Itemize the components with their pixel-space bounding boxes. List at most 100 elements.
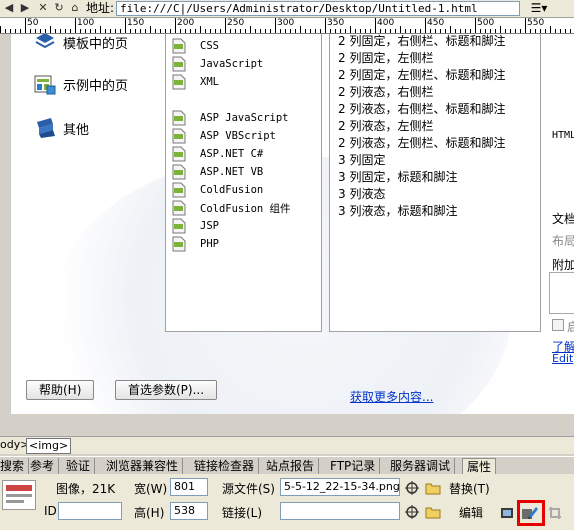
address-label: 地址: xyxy=(86,1,115,15)
image-size-label: 图像，21K xyxy=(56,482,116,496)
file-type-item[interactable]: XML xyxy=(172,74,219,90)
layout-item[interactable]: 2 列固定，左侧栏、标题和脚注 xyxy=(338,67,505,83)
layout-item[interactable]: 2 列液态，左侧栏、标题和脚注 xyxy=(338,135,505,151)
ruler-tick xyxy=(70,29,71,33)
ruler-tick xyxy=(10,29,11,33)
doc-type-text: HTML xyxy=(552,130,574,141)
ruler-tick xyxy=(105,29,106,33)
tab-item[interactable]: 链接检查器 xyxy=(190,458,260,475)
file-type-item[interactable]: ASP.NET VB xyxy=(172,164,263,180)
forward-icon[interactable]: ▶ xyxy=(18,1,32,15)
layout-item[interactable]: 2 列固定，左侧栏 xyxy=(338,50,433,66)
tab-item[interactable]: 搜索 xyxy=(0,458,30,475)
file-type-item[interactable]: ASP VBScript xyxy=(172,128,276,144)
ruler-tick xyxy=(530,29,531,33)
ruler-label: 350 xyxy=(327,18,345,28)
horizontal-ruler: 50 100 150 200 250 300 350 400 450 500 550 xyxy=(0,18,574,34)
link-label: 示例中的页 xyxy=(63,78,129,94)
edit-link[interactable]: Edit xyxy=(552,352,573,365)
tab-item[interactable]: 服务器调试 xyxy=(386,458,456,475)
browse-folder-icon[interactable] xyxy=(425,481,441,495)
refresh-icon[interactable]: ↻ xyxy=(52,1,66,15)
file-type-item[interactable]: PHP xyxy=(172,236,219,252)
browse-link-folder-icon[interactable] xyxy=(425,505,441,519)
file-type-item[interactable]: ASP JavaScript xyxy=(172,110,289,126)
document-icon xyxy=(172,74,186,90)
src-label: 源文件(S) xyxy=(222,482,275,496)
tab-item[interactable]: FTP记录 xyxy=(326,458,381,475)
point-to-link-icon[interactable] xyxy=(405,505,419,519)
file-type-item[interactable]: JSP xyxy=(172,218,219,234)
tab-item[interactable]: 参考 xyxy=(26,458,60,475)
tab-item[interactable]: 验证 xyxy=(62,458,96,475)
stop-icon[interactable]: ✕ xyxy=(36,1,50,15)
ruler-tick xyxy=(120,29,121,33)
address-input[interactable]: file:///C|/Users/Administrator/Desktop/U… xyxy=(116,1,520,16)
file-type-item[interactable]: ASP.NET C# xyxy=(172,146,263,162)
link-other[interactable]: 其他 xyxy=(33,116,89,140)
layout-item[interactable]: 2 列固定，右侧栏、标题和脚注 xyxy=(338,33,505,49)
height-input[interactable]: 538 xyxy=(170,502,208,520)
ruler-tick xyxy=(285,29,286,33)
document-icon xyxy=(172,182,186,198)
tab-item[interactable]: 站点报告 xyxy=(262,458,320,475)
layout-item[interactable]: 3 列液态 xyxy=(338,186,385,202)
help-button[interactable]: 帮助(H) xyxy=(26,380,95,400)
link-template-pages[interactable]: 模板中的页 xyxy=(33,34,128,54)
ruler-tick xyxy=(235,29,236,33)
file-type-item[interactable]: ColdFusion xyxy=(172,182,263,198)
file-type-item[interactable]: JavaScript xyxy=(172,56,263,72)
ruler-tick xyxy=(275,18,276,33)
sample-page-icon xyxy=(34,75,56,95)
ruler-tick xyxy=(85,29,86,33)
file-type-item[interactable]: ColdFusion 组件 xyxy=(172,200,291,216)
ruler-tick xyxy=(180,29,181,33)
ruler-tick xyxy=(215,29,216,33)
width-input[interactable]: 801 xyxy=(170,478,208,496)
layout-item[interactable]: 3 列固定 xyxy=(338,152,385,168)
tab-item[interactable]: 浏览器兼容性 xyxy=(102,458,184,475)
ruler-tick xyxy=(265,29,266,33)
layout-item[interactable]: 2 列液态，左侧栏 xyxy=(338,118,433,134)
ruler-tick xyxy=(100,26,101,33)
attach-css-box[interactable] xyxy=(549,272,574,314)
get-more-content-link[interactable]: 获取更多内容... xyxy=(350,388,433,405)
preferences-button[interactable]: 首选参数(P)... xyxy=(115,380,218,400)
ruler-label: 50 xyxy=(27,18,39,28)
link-sample-pages[interactable]: 示例中的页 xyxy=(33,72,128,96)
width-label: 宽(W) xyxy=(134,482,168,496)
ruler-tick xyxy=(310,29,311,33)
ruler-label: 550 xyxy=(527,18,545,28)
file-type-label: JSP xyxy=(200,220,219,232)
crop-icon[interactable] xyxy=(548,506,562,520)
ruler-tick xyxy=(155,29,156,33)
point-to-file-icon[interactable] xyxy=(405,481,419,495)
link-input[interactable] xyxy=(280,502,400,520)
ruler-tick xyxy=(560,29,561,33)
address-menu-button[interactable]: ☰▾ xyxy=(526,1,552,16)
tab-item[interactable]: 属性 xyxy=(462,458,497,475)
ruler-tick xyxy=(450,26,451,33)
id-input[interactable] xyxy=(58,502,122,520)
ruler-tick xyxy=(80,29,81,33)
edit-image-icon[interactable] xyxy=(500,506,514,520)
layout-item[interactable]: 2 列液态，右侧栏、标题和脚注 xyxy=(338,101,505,117)
attach-css-label: 附加 xyxy=(552,258,574,272)
file-type-item[interactable]: CSS xyxy=(172,38,219,54)
enable-checkbox[interactable] xyxy=(552,319,564,331)
layout-item[interactable]: 2 列液态，右侧栏 xyxy=(338,84,433,100)
layout-item[interactable]: 3 列液态，标题和脚注 xyxy=(338,203,457,219)
home-icon[interactable]: ⌂ xyxy=(68,1,82,15)
file-type-label: CSS xyxy=(200,40,219,52)
back-icon[interactable]: ◀ xyxy=(2,1,16,15)
ruler-tick xyxy=(115,29,116,33)
template-icon xyxy=(35,34,55,49)
tag-img[interactable]: <img> xyxy=(26,438,72,454)
src-input[interactable]: 5-5-12_22-15-34.png xyxy=(280,478,400,496)
properties-panel: 图像，21K ID 宽(W) 801 高(H) 538 源文件(S) 5-5-1… xyxy=(0,474,574,530)
ruler-tick xyxy=(300,26,301,33)
file-type-label: PHP xyxy=(200,238,219,250)
edit-label: 编辑 xyxy=(459,506,484,520)
layout-item[interactable]: 3 列固定，标题和脚注 xyxy=(338,169,457,185)
ruler-tick xyxy=(425,18,426,33)
